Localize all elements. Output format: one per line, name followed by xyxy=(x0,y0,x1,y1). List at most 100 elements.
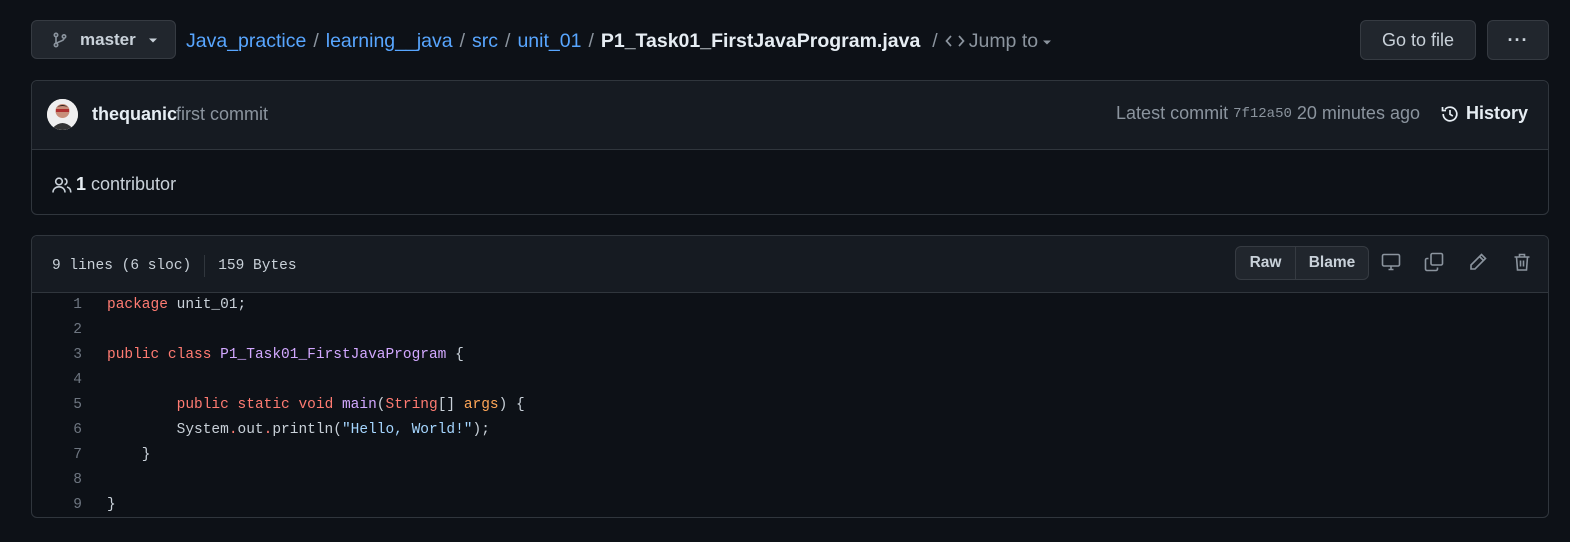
line-content xyxy=(82,468,107,493)
breadcrumb-separator: / xyxy=(459,29,466,52)
commit-sha-link[interactable]: 7f12a50 xyxy=(1233,106,1292,122)
code-line: 6 System.out.println("Hello, World!"); xyxy=(32,418,1548,443)
code-line: 7 } xyxy=(32,443,1548,468)
more-options-button[interactable]: ··· xyxy=(1487,20,1549,60)
line-content: package unit_01; xyxy=(82,293,246,318)
contributors-link[interactable]: 1 contributor xyxy=(52,174,176,195)
code-token: unit_01; xyxy=(167,297,247,313)
breadcrumb-folder-learning-java[interactable]: learning__java xyxy=(326,30,453,53)
code-token: "Hello, World!" xyxy=(341,422,473,438)
code-token: String xyxy=(385,397,438,413)
code-line: 1 package unit_01; xyxy=(32,293,1548,318)
code-token: ( xyxy=(376,397,386,413)
chevron-down-icon xyxy=(1042,30,1052,53)
latest-commit-row: thequanic first commit Latest commit 7f1… xyxy=(32,81,1548,150)
contributor-count: 1 xyxy=(76,174,87,194)
line-content xyxy=(82,368,107,393)
code-token: public xyxy=(176,397,229,413)
line-content xyxy=(82,318,107,343)
people-icon xyxy=(52,176,72,194)
line-number[interactable]: 7 xyxy=(32,443,82,468)
line-number[interactable]: 8 xyxy=(32,468,82,493)
commit-meta: Latest commit 7f12a50 20 minutes ago His… xyxy=(1116,103,1528,124)
breadcrumb-file-name: P1_Task01_FirstJavaProgram.java xyxy=(600,29,921,52)
file-viewer: 9 lines (6 sloc) 159 Bytes Raw Blame 1 p… xyxy=(31,235,1549,518)
file-info: 9 lines (6 sloc) 159 Bytes xyxy=(52,255,297,277)
divider xyxy=(204,255,206,277)
code-token: public xyxy=(107,347,160,363)
code-token: P1_Task01_FirstJavaProgram xyxy=(220,347,447,363)
breadcrumb-repo-link[interactable]: Java_practice xyxy=(186,30,306,53)
code-token: ); xyxy=(472,422,490,438)
jump-to-button[interactable]: Jump to xyxy=(945,30,1052,53)
raw-button[interactable]: Raw xyxy=(1236,247,1296,279)
line-number[interactable]: 3 xyxy=(32,343,82,368)
jump-to-label: Jump to xyxy=(968,29,1039,52)
commit-message-link[interactable]: first commit xyxy=(176,104,268,125)
file-line-count: 9 lines (6 sloc) xyxy=(52,258,192,274)
line-content: } xyxy=(82,443,151,468)
code-token: main xyxy=(341,397,377,413)
breadcrumb-separator: / xyxy=(313,29,319,52)
breadcrumb-separator: / xyxy=(932,29,938,52)
avatar[interactable] xyxy=(47,99,78,130)
code-token: } xyxy=(107,497,116,513)
code-token: } xyxy=(107,447,151,463)
breadcrumb-folder-src[interactable]: src xyxy=(472,30,498,53)
file-size: 159 Bytes xyxy=(218,258,297,274)
line-number[interactable]: 1 xyxy=(32,293,82,318)
kebab-horizontal-icon: ··· xyxy=(1507,29,1529,50)
code-body: 1 package unit_01; 2 3 public class P1_Task0… xyxy=(32,293,1548,517)
breadcrumb: Java_practice / learning__java / src / u… xyxy=(186,28,1052,54)
chevron-down-icon xyxy=(148,30,158,50)
copy-icon[interactable] xyxy=(1424,252,1444,277)
history-icon xyxy=(1440,104,1460,124)
breadcrumb-separator: / xyxy=(505,29,511,52)
line-number[interactable]: 6 xyxy=(32,418,82,443)
code-token: { xyxy=(446,347,464,363)
code-token: ) { xyxy=(498,397,525,413)
code-token: println( xyxy=(272,422,342,438)
code-token: out xyxy=(237,422,264,438)
code-token: static xyxy=(237,397,290,413)
code-token: System xyxy=(107,422,229,438)
go-to-file-button[interactable]: Go to file xyxy=(1360,20,1476,60)
code-icon xyxy=(945,34,965,48)
file-view-button-group: Raw Blame xyxy=(1235,246,1369,280)
commit-box: thequanic first commit Latest commit 7f1… xyxy=(31,80,1549,215)
code-token: args xyxy=(463,397,499,413)
history-button[interactable]: History xyxy=(1440,103,1528,124)
pencil-icon[interactable] xyxy=(1468,252,1488,277)
line-content: System.out.println("Hello, World!"); xyxy=(82,418,490,443)
line-content: public class P1_Task01_FirstJavaProgram … xyxy=(82,343,464,368)
code-line: 4 xyxy=(32,368,1548,393)
history-label: History xyxy=(1465,103,1528,123)
code-token: package xyxy=(107,297,168,313)
line-number[interactable]: 2 xyxy=(32,318,82,343)
code-line: 5 public static void main(String[] args)… xyxy=(32,393,1548,418)
line-number[interactable]: 9 xyxy=(32,493,82,517)
trash-icon[interactable] xyxy=(1512,252,1532,277)
code-token: void xyxy=(298,397,334,413)
line-number[interactable]: 4 xyxy=(32,368,82,393)
line-content: public static void main(String[] args) { xyxy=(82,393,525,418)
commit-time: 20 minutes ago xyxy=(1296,103,1420,123)
line-content: } xyxy=(82,493,116,517)
code-line: 8 xyxy=(32,468,1548,493)
file-header: 9 lines (6 sloc) 159 Bytes Raw Blame xyxy=(32,236,1548,293)
branch-select-button[interactable]: master xyxy=(31,20,176,59)
line-number[interactable]: 5 xyxy=(32,393,82,418)
code-line: 9} xyxy=(32,493,1548,517)
breadcrumb-folder-unit-01[interactable]: unit_01 xyxy=(517,30,581,53)
commit-author-link[interactable]: thequanic xyxy=(92,104,177,125)
contributor-label: contributor xyxy=(91,174,177,194)
code-line: 2 xyxy=(32,318,1548,343)
latest-commit-label: Latest commit xyxy=(1116,103,1229,123)
desktop-icon[interactable] xyxy=(1381,252,1401,277)
blame-button[interactable]: Blame xyxy=(1296,247,1368,279)
